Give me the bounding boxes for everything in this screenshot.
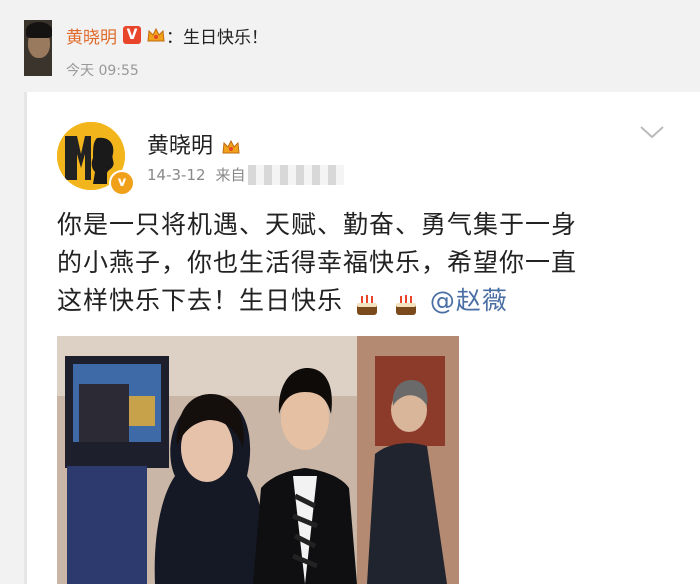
post-source-prefix: 来自 xyxy=(215,166,246,184)
verified-badge-icon: V xyxy=(123,26,141,44)
comment-notification: 黄晓明 V ：生日快乐！ 今天 09:55 xyxy=(0,0,700,92)
commenter-name[interactable]: 黄晓明 xyxy=(66,23,117,48)
post-text: 你是一只将机遇、天赋、勤奋、勇气集于一身 的小燕子，你也生活得幸福快乐，希望你一… xyxy=(57,206,677,320)
crown-icon xyxy=(221,136,241,154)
author-name[interactable]: 黄晓明 xyxy=(147,128,213,160)
post-text-line: 的小燕子，你也生活得幸福快乐，希望你一直 xyxy=(57,248,578,277)
chevron-down-icon[interactable] xyxy=(639,124,665,144)
notification-message: ：生日快乐！ xyxy=(166,27,268,48)
notification-line: 黄晓明 V ：生日快乐！ xyxy=(66,22,268,48)
birthday-cake-icon xyxy=(354,290,380,315)
post-meta: 14-3-12 来自 xyxy=(147,164,344,185)
mention-link[interactable]: @赵薇 xyxy=(430,286,508,315)
notification-time: 今天 09:55 xyxy=(66,63,139,79)
crown-icon xyxy=(146,27,166,43)
commenter-avatar[interactable] xyxy=(24,20,52,76)
post-photo[interactable] xyxy=(57,336,459,584)
post-source-blurred xyxy=(247,164,344,185)
post-text-line: 你是一只将机遇、天赋、勤奋、勇气集于一身 xyxy=(57,210,578,239)
post-author: 黄晓明 xyxy=(147,128,241,160)
birthday-cake-icon xyxy=(393,290,419,315)
verified-badge-icon: v xyxy=(109,170,135,196)
post-text-line: 这样快乐下去！生日快乐 xyxy=(57,286,344,315)
post-date[interactable]: 14-3-12 xyxy=(147,166,206,184)
weibo-post-card: v 黄晓明 14-3-12 来自 你是一只将机遇、天赋、勤奋、勇气集于一身 的小… xyxy=(24,92,700,584)
